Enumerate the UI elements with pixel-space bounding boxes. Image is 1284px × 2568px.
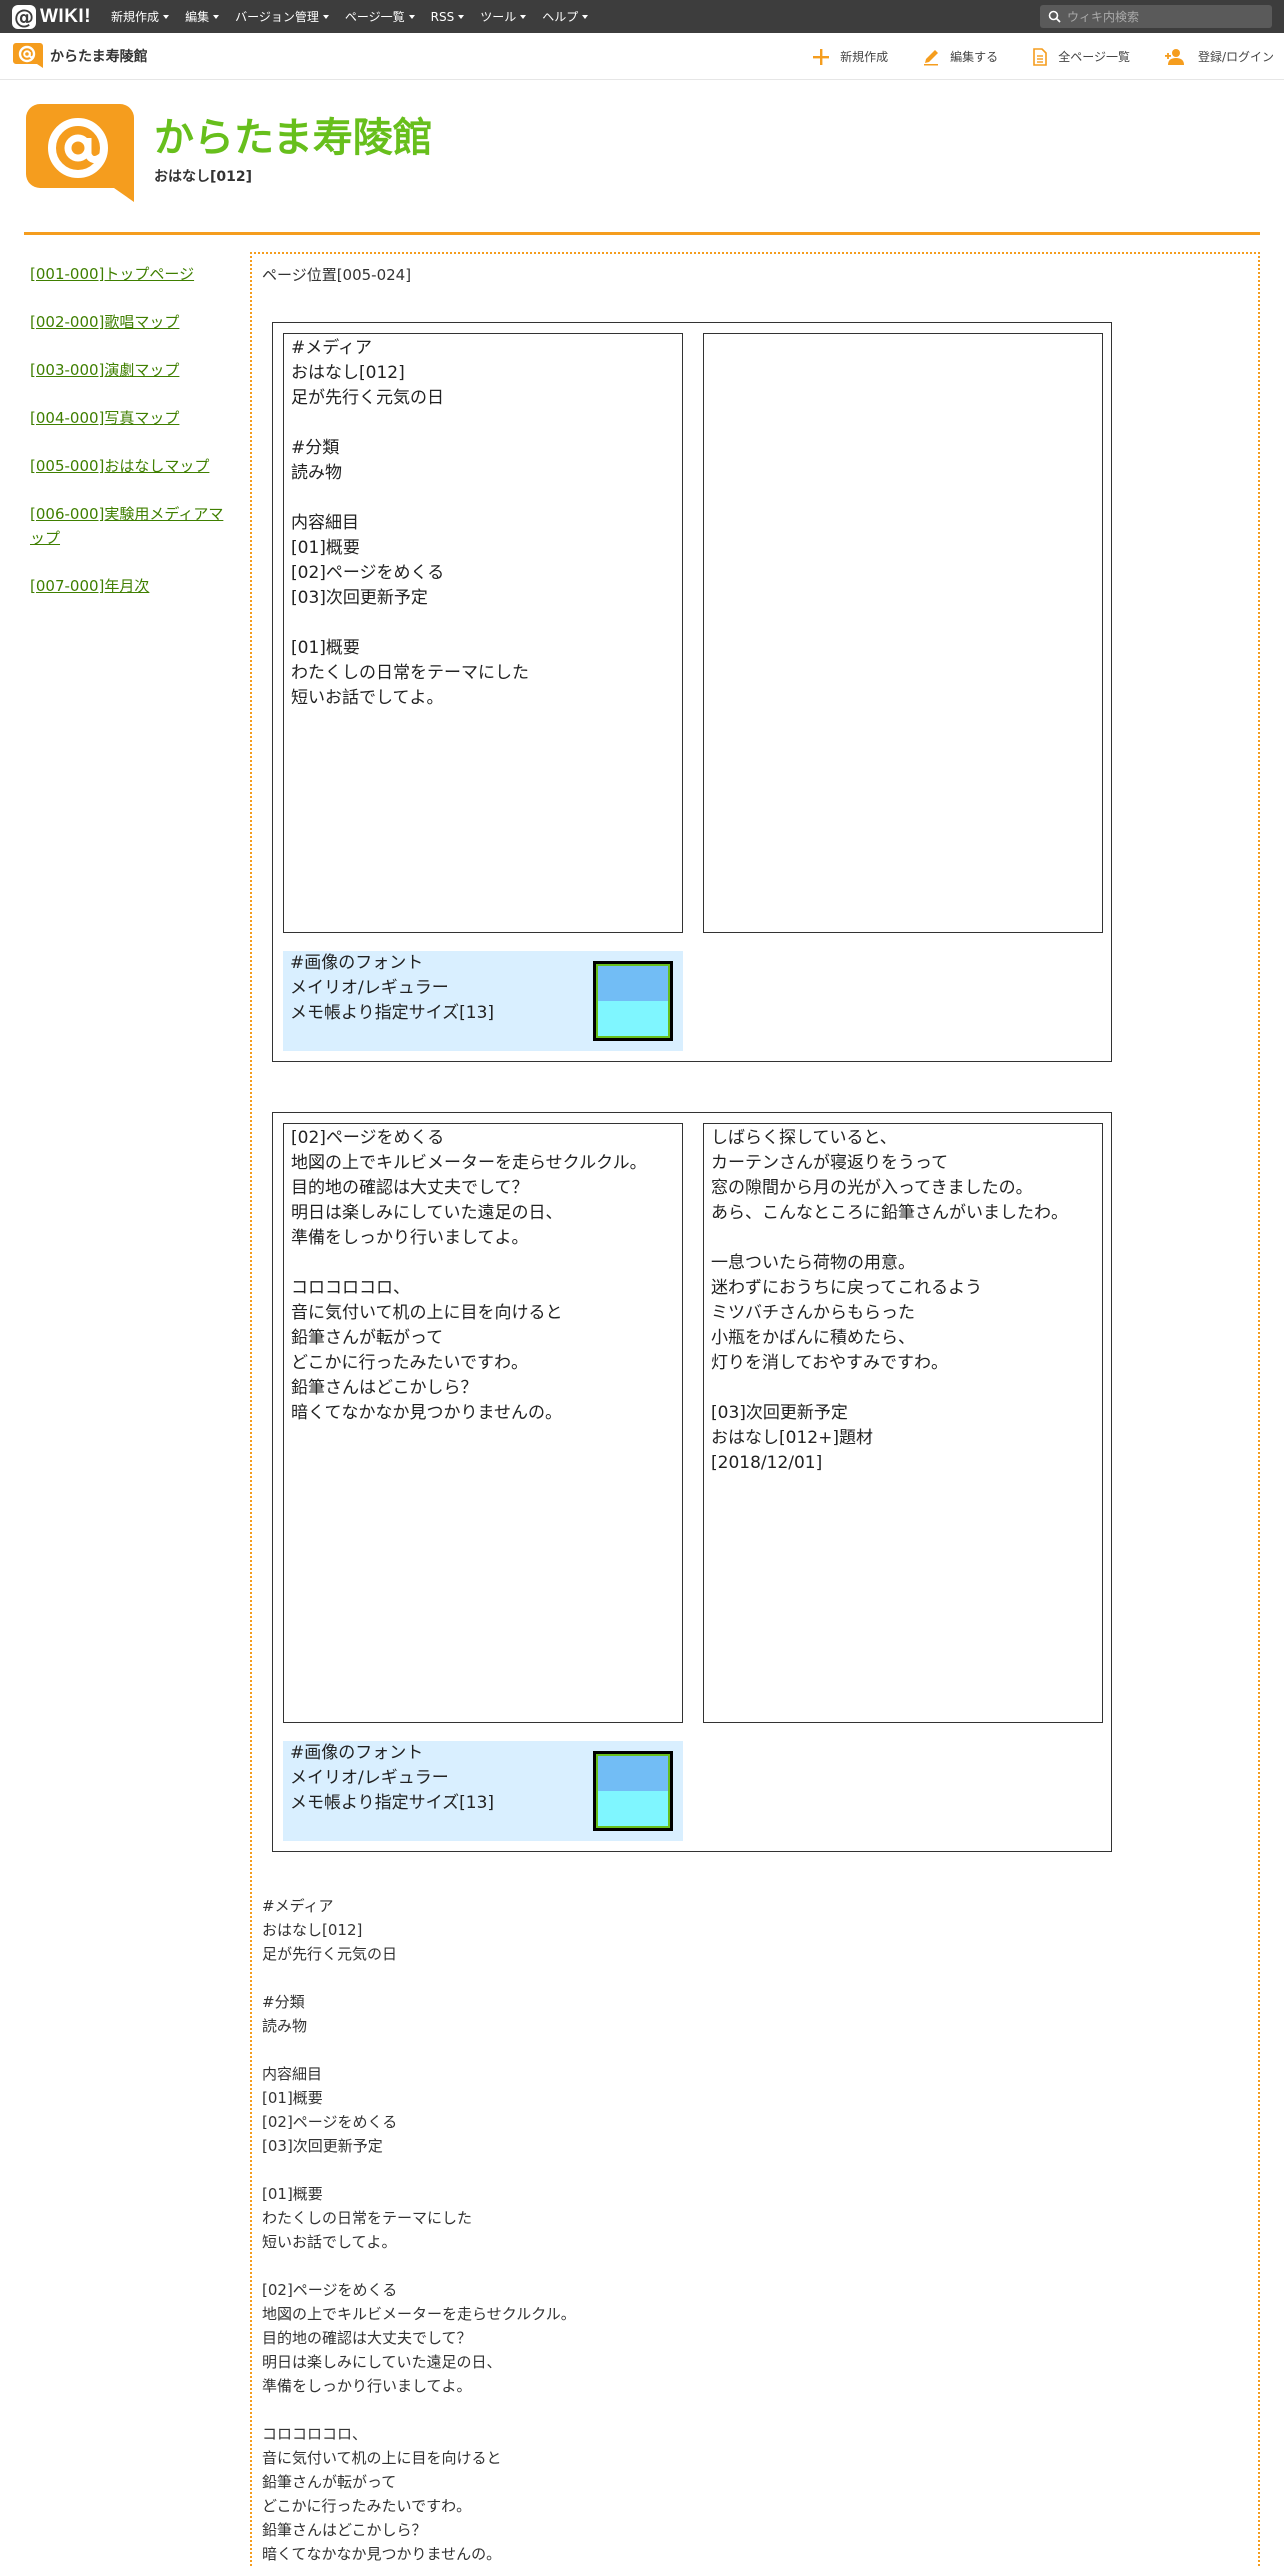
global-topbar: @ WIKI! 新規作成 編集 バージョン管理 ページ一覧 RSS ツール ヘル… bbox=[0, 0, 1284, 33]
swatch-top bbox=[598, 966, 668, 1001]
new-page-button[interactable]: 新規作成 bbox=[812, 48, 888, 66]
menu-edit-label: 編集 bbox=[185, 10, 210, 24]
wiki-logo-text: WIKI! bbox=[40, 5, 92, 27]
wiki-search bbox=[1040, 5, 1272, 28]
site-subbar: からたま寿陵館 新規作成 編集する 全ページ一覧 登録/ログイン bbox=[0, 33, 1284, 80]
at-logo-icon[interactable] bbox=[26, 104, 134, 202]
sidebar-item-media-map[interactable]: [006-000]実験用メディアマップ bbox=[30, 502, 230, 550]
site-title[interactable]: からたま寿陵館 bbox=[154, 114, 433, 162]
site-home-link[interactable]: からたま寿陵館 bbox=[12, 41, 148, 71]
color-swatch-inner bbox=[598, 1756, 668, 1826]
at-logo-icon: @ bbox=[12, 4, 36, 29]
main-content: ページ位置[005-024] #メディア おはなし[012] 足が先行く元気の日… bbox=[250, 252, 1260, 2568]
site-actions: 新規作成 編集する 全ページ一覧 登録/ログイン bbox=[778, 33, 1274, 80]
menu-rss-label: RSS bbox=[430, 9, 455, 24]
sidebar-item-top[interactable]: [001-000]トップページ bbox=[30, 262, 230, 286]
page-position: ページ位置[005-024] bbox=[262, 266, 412, 284]
add-user-icon bbox=[1164, 48, 1184, 65]
story-image-frame-1: #メディア おはなし[012] 足が先行く元気の日 #分類 読み物 内容細目 [… bbox=[272, 322, 1112, 1062]
sidebar: [001-000]トップページ [002-000]歌唱マップ [003-000]… bbox=[30, 262, 230, 622]
wiki-logo[interactable]: @ WIKI! bbox=[12, 0, 91, 33]
page-title: おはなし[012] bbox=[154, 169, 253, 185]
story-image-frame-2: [02]ページをめくる 地図の上でキルビメーターを走らせクルクル。 目的地の確認… bbox=[272, 1112, 1112, 1852]
login-button[interactable]: 登録/ログイン bbox=[1164, 48, 1274, 66]
at-logo-icon bbox=[13, 43, 43, 68]
swatch-bottom bbox=[598, 1791, 668, 1826]
menu-new-label: 新規作成 bbox=[111, 10, 160, 24]
login-label: 登録/ログイン bbox=[1197, 50, 1274, 64]
menu-pages[interactable]: ページ一覧 bbox=[345, 8, 415, 25]
story-panel-left: [02]ページをめくる 地図の上でキルビメーターを走らせクルクル。 目的地の確認… bbox=[283, 1123, 683, 1723]
sidebar-item-story-map[interactable]: [005-000]おはなしマップ bbox=[30, 454, 230, 478]
search-icon bbox=[1048, 10, 1061, 23]
story-panel-right bbox=[703, 333, 1103, 933]
sidebar-item-year-month[interactable]: [007-000]年月次 bbox=[30, 574, 230, 598]
story-body-text: #メディア おはなし[012] 足が先行く元気の日 #分類 読み物 内容細目 [… bbox=[262, 1897, 576, 2563]
menu-version[interactable]: バージョン管理 bbox=[235, 8, 329, 25]
swatch-top bbox=[598, 1756, 668, 1791]
header-divider bbox=[24, 232, 1260, 235]
sidebar-item-song-map[interactable]: [002-000]歌唱マップ bbox=[30, 310, 230, 334]
menu-tools[interactable]: ツール bbox=[480, 8, 527, 25]
site-title-box: からたま寿陵館 おはなし[012] bbox=[154, 114, 433, 202]
all-pages-label: 全ページ一覧 bbox=[1058, 50, 1130, 64]
new-page-label: 新規作成 bbox=[840, 50, 889, 64]
menu-version-label: バージョン管理 bbox=[235, 10, 319, 24]
caret-down-icon bbox=[213, 14, 220, 19]
caret-down-icon bbox=[520, 14, 527, 19]
story-panel-right: しばらく探していると、 カーテンさんが寝返りをうって 窓の隙間から月の光が入って… bbox=[703, 1123, 1103, 1723]
site-small-name: からたま寿陵館 bbox=[50, 49, 148, 65]
font-info-box: #画像のフォント メイリオ/レギュラー メモ帳より指定サイズ[13] bbox=[283, 1741, 683, 1841]
story-panel-left: #メディア おはなし[012] 足が先行く元気の日 #分類 読み物 内容細目 [… bbox=[283, 333, 683, 933]
menu-rss[interactable]: RSS bbox=[431, 8, 465, 25]
pencil-icon bbox=[924, 49, 939, 65]
edit-button[interactable]: 編集する bbox=[922, 48, 998, 66]
edit-label: 編集する bbox=[950, 50, 999, 64]
color-swatch bbox=[593, 1751, 673, 1831]
menu-help-label: ヘルプ bbox=[542, 10, 579, 24]
font-info-box: #画像のフォント メイリオ/レギュラー メモ帳より指定サイズ[13] bbox=[283, 951, 683, 1051]
sidebar-item-photo-map[interactable]: [004-000]写真マップ bbox=[30, 406, 230, 430]
color-swatch-inner bbox=[598, 966, 668, 1036]
swatch-bottom bbox=[598, 1001, 668, 1036]
color-swatch bbox=[593, 961, 673, 1041]
site-header: からたま寿陵館 おはなし[012] bbox=[26, 104, 433, 202]
caret-down-icon bbox=[163, 14, 170, 19]
all-pages-button[interactable]: 全ページ一覧 bbox=[1032, 47, 1130, 66]
menu-new[interactable]: 新規作成 bbox=[111, 8, 170, 25]
document-icon bbox=[1033, 47, 1047, 66]
menu-help[interactable]: ヘルプ bbox=[542, 8, 589, 25]
global-menu: 新規作成 編集 バージョン管理 ページ一覧 RSS ツール ヘルプ bbox=[111, 8, 604, 25]
wiki-search-input[interactable] bbox=[1067, 9, 1257, 24]
menu-pages-label: ページ一覧 bbox=[344, 10, 405, 24]
menu-edit[interactable]: 編集 bbox=[185, 8, 220, 25]
caret-down-icon bbox=[322, 14, 329, 19]
plus-icon bbox=[813, 48, 830, 65]
caret-down-icon bbox=[582, 14, 589, 19]
sidebar-item-drama-map[interactable]: [003-000]演劇マップ bbox=[30, 358, 230, 382]
menu-tools-label: ツール bbox=[480, 10, 517, 24]
caret-down-icon bbox=[408, 14, 415, 19]
caret-down-icon bbox=[458, 14, 465, 19]
